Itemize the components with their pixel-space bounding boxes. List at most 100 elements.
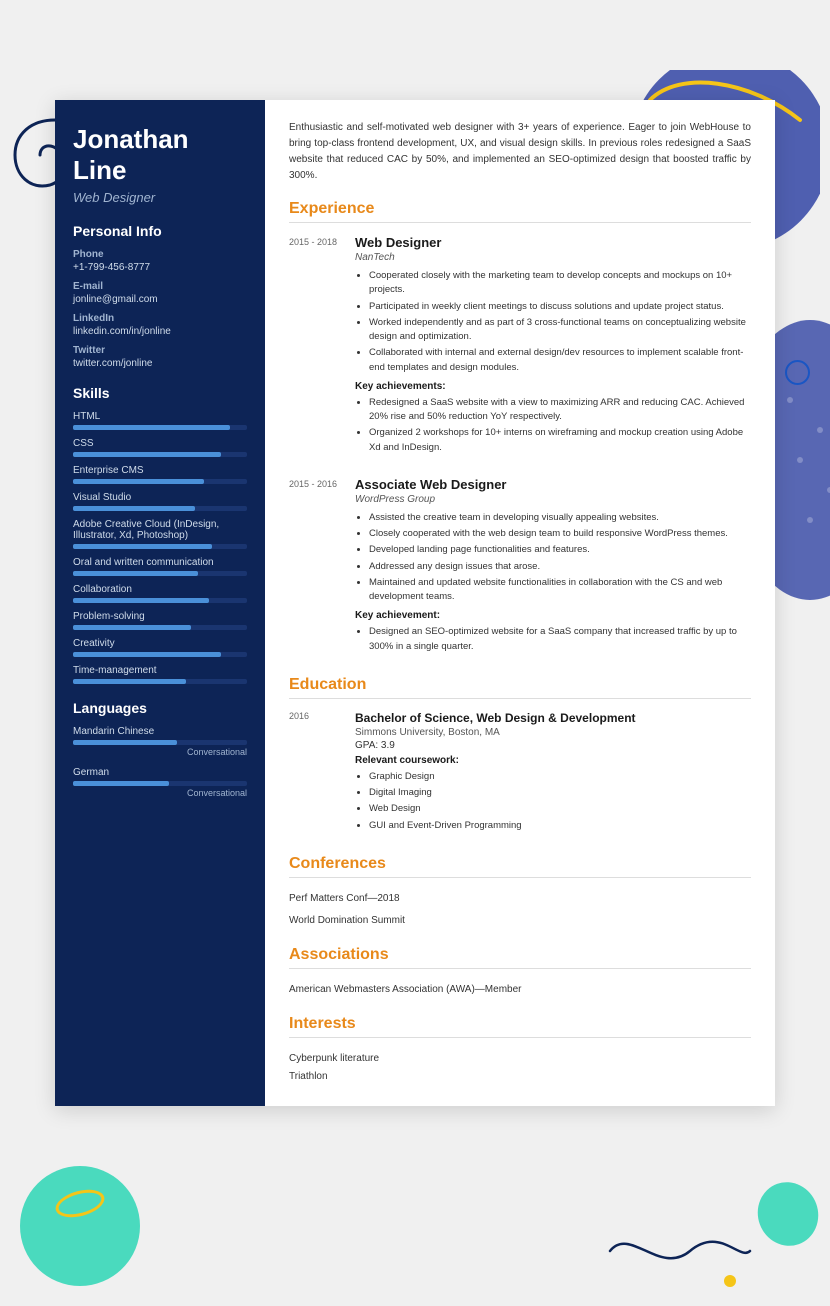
experience-list: 2015 - 2018 Web Designer NanTech Coopera… — [289, 235, 751, 660]
education-school: Simmons University, Boston, MA — [355, 727, 751, 738]
coursework-list: Graphic DesignDigital ImagingWeb DesignG… — [355, 770, 751, 833]
language-item: German Conversational — [73, 767, 247, 798]
linkedin-label: LinkedIn — [73, 313, 247, 324]
experience-bullet: Addressed any design issues that arose. — [369, 560, 751, 574]
candidate-title: Web Designer — [73, 190, 247, 205]
education-degree: Bachelor of Science, Web Design & Develo… — [355, 711, 751, 725]
twitter-label: Twitter — [73, 345, 247, 356]
email-value: jonline@gmail.com — [73, 294, 247, 305]
skill-bar-background — [73, 425, 247, 430]
language-bar-background — [73, 781, 247, 786]
language-item: Mandarin Chinese Conversational — [73, 726, 247, 757]
coursework-item: Web Design — [369, 802, 751, 816]
skill-name: Problem-solving — [73, 611, 247, 622]
coursework-item: Graphic Design — [369, 770, 751, 784]
skill-bar-background — [73, 652, 247, 657]
skill-name: Adobe Creative Cloud (InDesign, Illustra… — [73, 519, 247, 541]
language-name: German — [73, 767, 247, 778]
skill-bar-fill — [73, 652, 221, 657]
summary-text: Enthusiastic and self-motivated web desi… — [289, 120, 751, 184]
experience-section-title: Experience — [289, 200, 751, 223]
candidate-name: Jonathan Line — [73, 124, 247, 186]
yellow-oval-decoration — [53, 1185, 108, 1222]
key-achievements-label: Key achievement: — [355, 610, 751, 621]
skill-bar-background — [73, 625, 247, 630]
skill-bar-background — [73, 571, 247, 576]
achievement-bullet: Organized 2 workshops for 10+ interns on… — [369, 426, 751, 455]
interest-item: Triathlon — [289, 1068, 751, 1086]
skill-bar-fill — [73, 679, 186, 684]
experience-bullet: Closely cooperated with the web design t… — [369, 527, 751, 541]
resume-container: Jonathan Line Web Designer Personal Info… — [55, 100, 775, 1106]
achievement-bullet: Redesigned a SaaS website with a view to… — [369, 396, 751, 425]
skill-item: Visual Studio — [73, 492, 247, 511]
experience-details: Web Designer NanTech Cooperated closely … — [355, 235, 751, 461]
experience-bullet: Cooperated closely with the marketing te… — [369, 269, 751, 298]
circle-outline-right-decoration — [785, 360, 810, 385]
skill-item: Time-management — [73, 665, 247, 684]
key-achievements-label: Key achievements: — [355, 381, 751, 392]
education-list: 2016 Bachelor of Science, Web Design & D… — [289, 711, 751, 839]
language-level: Conversational — [73, 747, 247, 757]
language-bar-background — [73, 740, 247, 745]
bottom-right-squiggle — [600, 1206, 750, 1286]
achievement-bullet: Designed an SEO-optimized website for a … — [369, 625, 751, 654]
experience-bullet: Assisted the creative team in developing… — [369, 511, 751, 525]
email-label: E-mail — [73, 281, 247, 292]
conference-item: World Domination Summit — [289, 912, 751, 930]
associations-list: American Webmasters Association (AWA)—Me… — [289, 981, 751, 999]
conferences-section-title: Conferences — [289, 855, 751, 878]
coursework-item: Digital Imaging — [369, 786, 751, 800]
skill-item: Problem-solving — [73, 611, 247, 630]
skill-item: Collaboration — [73, 584, 247, 603]
conference-item: Perf Matters Conf—2018 — [289, 890, 751, 908]
experience-bullet: Participated in weekly client meetings t… — [369, 300, 751, 314]
interest-item: Cyberpunk literature — [289, 1050, 751, 1068]
phone-value: +1-799-456-8777 — [73, 262, 247, 273]
education-gpa: GPA: 3.9 — [355, 740, 751, 751]
skill-bar-fill — [73, 425, 230, 430]
interests-section-title: Interests — [289, 1015, 751, 1038]
experience-company: WordPress Group — [355, 494, 751, 505]
skill-bar-fill — [73, 479, 204, 484]
language-level: Conversational — [73, 788, 247, 798]
skill-name: Visual Studio — [73, 492, 247, 503]
education-section-title: Education — [289, 676, 751, 699]
skill-name: HTML — [73, 411, 247, 422]
language-name: Mandarin Chinese — [73, 726, 247, 737]
skill-name: Enterprise CMS — [73, 465, 247, 476]
main-content: Enthusiastic and self-motivated web desi… — [265, 100, 775, 1106]
experience-bullets-list: Assisted the creative team in developing… — [355, 511, 751, 605]
experience-dates: 2015 - 2018 — [289, 235, 339, 461]
experience-bullet: Developed landing page functionalities a… — [369, 543, 751, 557]
experience-bullet: Collaborated with internal and external … — [369, 346, 751, 375]
skills-list: HTML CSS Enterprise CMS Visual Studio Ad… — [73, 411, 247, 684]
skill-bar-background — [73, 679, 247, 684]
skill-name: Oral and written communication — [73, 557, 247, 568]
sidebar: Jonathan Line Web Designer Personal Info… — [55, 100, 265, 1106]
personal-info-heading: Personal Info — [73, 223, 247, 239]
languages-heading: Languages — [73, 700, 247, 716]
skill-bar-fill — [73, 506, 195, 511]
education-item: 2016 Bachelor of Science, Web Design & D… — [289, 711, 751, 839]
skill-bar-fill — [73, 571, 198, 576]
achievements-bullets-list: Designed an SEO-optimized website for a … — [355, 625, 751, 654]
twitter-value: twitter.com/jonline — [73, 358, 247, 369]
language-bar-fill — [73, 781, 169, 786]
linkedin-value: linkedin.com/in/jonline — [73, 326, 247, 337]
skill-bar-fill — [73, 452, 221, 457]
phone-label: Phone — [73, 249, 247, 260]
association-item: American Webmasters Association (AWA)—Me… — [289, 981, 751, 999]
experience-company: NanTech — [355, 252, 751, 263]
skill-item: HTML — [73, 411, 247, 430]
skill-item: Enterprise CMS — [73, 465, 247, 484]
skill-name: CSS — [73, 438, 247, 449]
achievements-bullets-list: Redesigned a SaaS website with a view to… — [355, 396, 751, 455]
skill-bar-background — [73, 506, 247, 511]
skill-item: Oral and written communication — [73, 557, 247, 576]
interests-content: Cyberpunk literatureTriathlon — [289, 1050, 751, 1086]
skill-bar-background — [73, 452, 247, 457]
experience-details: Associate Web Designer WordPress Group A… — [355, 477, 751, 660]
skill-bar-background — [73, 544, 247, 549]
education-details: Bachelor of Science, Web Design & Develo… — [355, 711, 751, 839]
